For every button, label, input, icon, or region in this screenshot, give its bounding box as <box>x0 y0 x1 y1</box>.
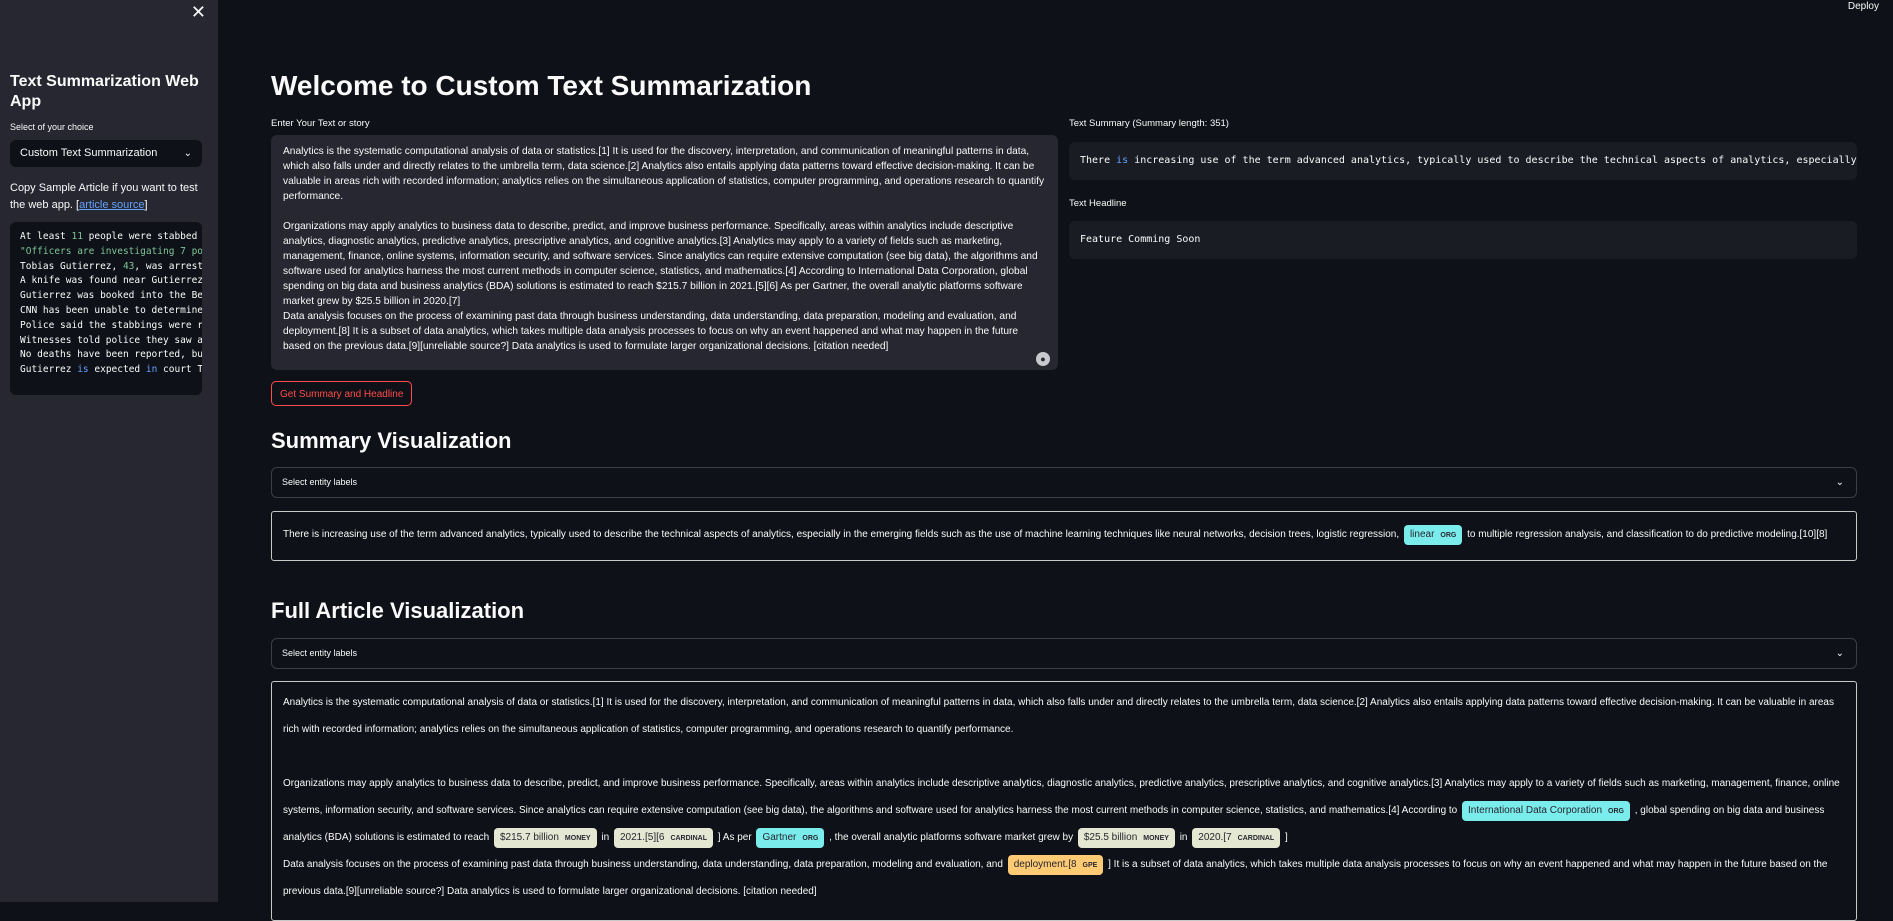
headline-output: Feature Comming Soon <box>1069 221 1857 259</box>
summary-vis-title: Summary Visualization <box>271 428 512 453</box>
entity-tag: 2021.[5][6 CARDINAL <box>613 828 713 848</box>
summary-output: There is increasing use of the term adva… <box>1069 142 1857 180</box>
select-label: Select of your choice <box>10 122 94 132</box>
entity-tag: Gartner ORG <box>756 828 825 848</box>
sample-article-code[interactable]: At least 11 people were stabbed S "Offic… <box>10 222 202 395</box>
sidebar-title: Text Summarization Web App <box>10 73 199 110</box>
story-textarea[interactable]: Analytics is the systematic computationa… <box>271 135 1058 370</box>
entity-tag: $215.7 billion MONEY <box>493 828 597 848</box>
summary-entity-select[interactable]: Select entity labels ⌄ <box>271 467 1857 498</box>
headline-label: Text Headline <box>1069 198 1127 209</box>
entity-tag: linear ORG <box>1403 525 1463 545</box>
chevron-down-icon: ⌄ <box>1835 477 1844 488</box>
entity-tag: 2020.[7 CARDINAL <box>1192 828 1281 848</box>
page-title: Welcome to Custom Text Summarization <box>271 70 812 101</box>
article-source-link[interactable]: article source <box>79 199 144 211</box>
deploy-button[interactable]: Deploy <box>1848 1 1879 12</box>
copy-instructions: Copy Sample Article if you want to test … <box>10 182 198 211</box>
chevron-down-icon: ⌄ <box>1835 648 1844 659</box>
full-vis-title: Full Article Visualization <box>271 598 525 623</box>
entity-tag: deployment.[8 GPE <box>1007 855 1104 875</box>
input-label: Enter Your Text or story <box>271 118 370 129</box>
entity-tag: International Data Corporation ORG <box>1462 801 1630 821</box>
full-entity-select[interactable]: Select entity labels ⌄ <box>271 638 1857 669</box>
summary-visualization: There is increasing use of the term adva… <box>271 511 1857 561</box>
get-summary-button[interactable]: Get Summary and Headline <box>271 381 413 406</box>
sidebar: ✕ Text Summarization Web App Select of y… <box>0 0 218 902</box>
mode-select-value: Custom Text Summarization <box>20 147 158 159</box>
entity-tag: $25.5 billion MONEY <box>1077 828 1175 848</box>
close-icon[interactable]: ✕ <box>191 2 206 23</box>
full-article-visualization: Analytics is the systematic computationa… <box>271 681 1857 921</box>
summary-label: Text Summary (Summary length: 351) <box>1069 118 1229 129</box>
mode-select[interactable]: Custom Text Summarization ⌄ <box>10 140 202 167</box>
grammar-icon[interactable]: ● <box>1036 352 1050 366</box>
chevron-down-icon: ⌄ <box>183 148 192 159</box>
